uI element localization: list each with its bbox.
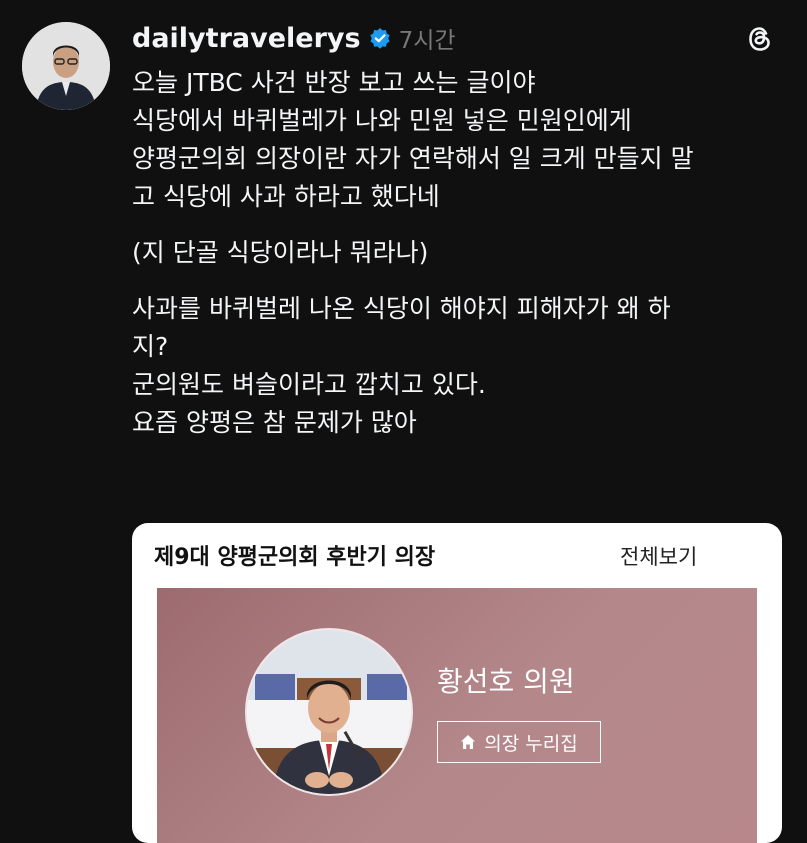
view-all-link[interactable]: 전체보기 <box>620 541 697 571</box>
verified-badge-icon <box>369 27 391 49</box>
chairman-homepage-button[interactable]: 의장 누리집 <box>437 721 601 763</box>
post-line: 고 식당에 사과 하라고 했다네 <box>132 182 440 211</box>
post-time[interactable]: 7시간 <box>399 21 456 55</box>
home-icon <box>461 735 476 749</box>
post-line: 요즘 양평은 참 문제가 많아 <box>132 408 417 437</box>
author-avatar[interactable] <box>22 22 110 110</box>
threads-logo-icon[interactable] <box>745 24 775 54</box>
chairman-photo <box>245 628 413 796</box>
card-title: 제9대 양평군의회 후반기 의장 <box>154 545 436 570</box>
homepage-label: 의장 누리집 <box>484 732 578 755</box>
post-body: 오늘 JTBC 사건 반장 보고 쓰는 글이야 식당에서 바퀴벌레가 나와 민원… <box>132 64 772 442</box>
post-line: 오늘 JTBC 사건 반장 보고 쓰는 글이야 <box>132 68 536 97</box>
post-line: 사과를 바퀴벌레 나온 식당이 해야지 피해자가 왜 하 <box>132 294 671 323</box>
username[interactable]: dailytravelerys <box>132 23 361 54</box>
post-line: 군의원도 벼슬이라고 깝치고 있다. <box>132 370 486 399</box>
post-line: (지 단골 식당이라나 뭐라나) <box>132 238 429 267</box>
chairman-banner: 황선호 의원 의장 누리집 <box>157 588 757 843</box>
post-line: 식당에서 바퀴벌레가 나와 민원 넣은 민원인에게 <box>132 106 632 135</box>
member-name: 황선호 의원 <box>437 665 575 698</box>
post-line: 지? <box>132 332 169 361</box>
attached-image-card[interactable]: 제9대 양평군의회 후반기 의장 전체보기 황선호 의원 의장 누리집 <box>132 523 782 843</box>
post-header: dailytravelerys 7시간 <box>132 20 456 56</box>
post-line: 양평군의회 의장이란 자가 연락해서 일 크게 만들지 말 <box>132 144 694 173</box>
